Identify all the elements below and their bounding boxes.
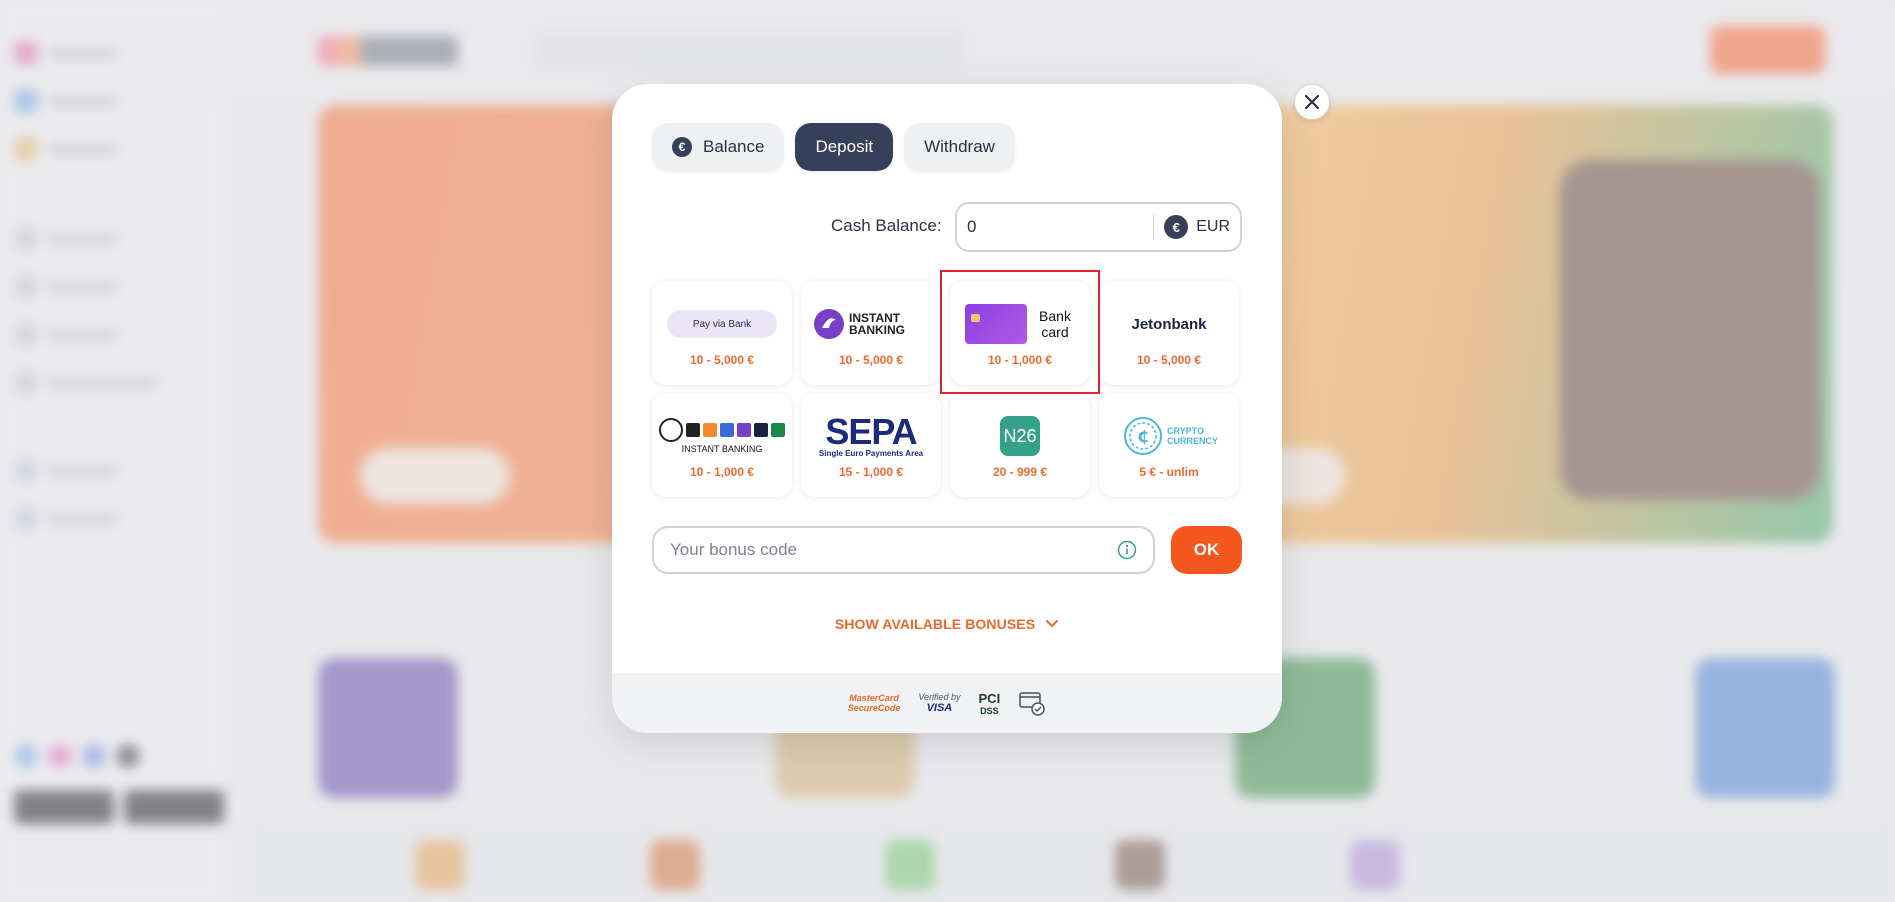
method-range: 10 - 5,000 € <box>689 353 755 367</box>
security-badges-footer: MasterCard SecureCode Verified by VISA PCI… <box>612 673 1282 733</box>
currency-code: EUR <box>1196 218 1230 235</box>
tab-deposit[interactable]: Deposit <box>795 123 894 171</box>
payment-method-instant-banking[interactable]: INSTANT BANKING 10 - 5,000 € <box>801 281 941 385</box>
n26-logo: N26 <box>960 411 1080 461</box>
pci-dss-badge: PCI DSS <box>978 690 1001 716</box>
instant-banking-multi-logo: INSTANT BANKING <box>659 411 785 461</box>
info-icon[interactable] <box>1117 540 1137 560</box>
instant-banking-logo: INSTANT BANKING <box>811 299 931 349</box>
euro-icon: € <box>1164 215 1189 239</box>
bonus-code-input[interactable] <box>670 540 1117 560</box>
sepa-logo: SEPA Single Euro Payments Area <box>818 410 924 458</box>
method-range: 15 - 1,000 € <box>838 465 904 479</box>
cash-balance-label: Cash Balance: <box>831 216 942 235</box>
secure-payment-icon <box>1018 689 1046 717</box>
currency-display: € EUR <box>1154 215 1240 239</box>
payment-method-bank-card[interactable]: Bank card 10 - 1,000 € <box>950 281 1090 385</box>
tab-balance-label: Balance <box>703 137 765 156</box>
close-icon <box>1304 94 1320 110</box>
euro-icon: € <box>672 137 692 157</box>
bonus-ok-button[interactable]: OK <box>1171 526 1242 574</box>
mastercard-securecode-badge: MasterCard SecureCode <box>847 693 901 713</box>
svg-text:₵: ₵ <box>1137 427 1148 446</box>
verified-by-visa-badge: Verified by VISA <box>918 692 961 714</box>
method-range: 10 - 5,000 € <box>838 353 904 367</box>
crypto-logo: ₵ CRYPTO CURRENCY <box>1109 411 1229 461</box>
method-range: 10 - 1,000 € <box>689 465 755 479</box>
bonus-code-field <box>652 526 1155 574</box>
method-range: 5 € - unlim <box>1139 465 1199 479</box>
payment-methods-grid: Pay via Bank 10 - 5,000 € INSTANT BANKIN… <box>652 281 1242 497</box>
cash-balance-field: 0 € EUR <box>955 202 1242 252</box>
cashier-modal: € Balance Deposit Withdraw Cash Balance:… <box>612 84 1282 733</box>
tab-withdraw-label: Withdraw <box>924 137 995 156</box>
payment-method-n26[interactable]: N26 20 - 999 € <box>950 393 1090 497</box>
method-range: 10 - 5,000 € <box>1136 353 1202 367</box>
payment-method-instant-banking-multi[interactable]: INSTANT BANKING 10 - 1,000 € <box>652 393 792 497</box>
cashier-tabs: € Balance Deposit Withdraw <box>652 123 1015 171</box>
tab-withdraw[interactable]: Withdraw <box>904 123 1015 171</box>
show-available-bonuses-button[interactable]: SHOW AVAILABLE BONUSES <box>612 616 1282 632</box>
payment-method-crypto[interactable]: ₵ CRYPTO CURRENCY 5 € - unlim <box>1099 393 1239 497</box>
chevron-down-icon <box>1046 620 1059 628</box>
bank-card-logo: Bank card <box>960 299 1080 349</box>
method-range: 10 - 1,000 € <box>987 353 1053 367</box>
payment-method-sepa[interactable]: SEPA Single Euro Payments Area 15 - 1,00… <box>801 393 941 497</box>
show-bonuses-label: SHOW AVAILABLE BONUSES <box>834 616 1036 632</box>
payment-method-jetonbank[interactable]: Jetonbank 10 - 5,000 € <box>1099 281 1239 385</box>
jetonbank-logo: Jetonbank <box>1131 315 1207 333</box>
cash-balance-value: 0 <box>967 217 977 236</box>
tab-deposit-label: Deposit <box>815 137 874 156</box>
payment-method-pay-via-bank[interactable]: Pay via Bank 10 - 5,000 € <box>652 281 792 385</box>
method-range: 20 - 999 € <box>992 465 1048 479</box>
pay-via-bank-logo: Pay via Bank <box>662 299 782 349</box>
tab-balance[interactable]: € Balance <box>652 123 785 171</box>
close-modal-button[interactable] <box>1294 84 1330 120</box>
